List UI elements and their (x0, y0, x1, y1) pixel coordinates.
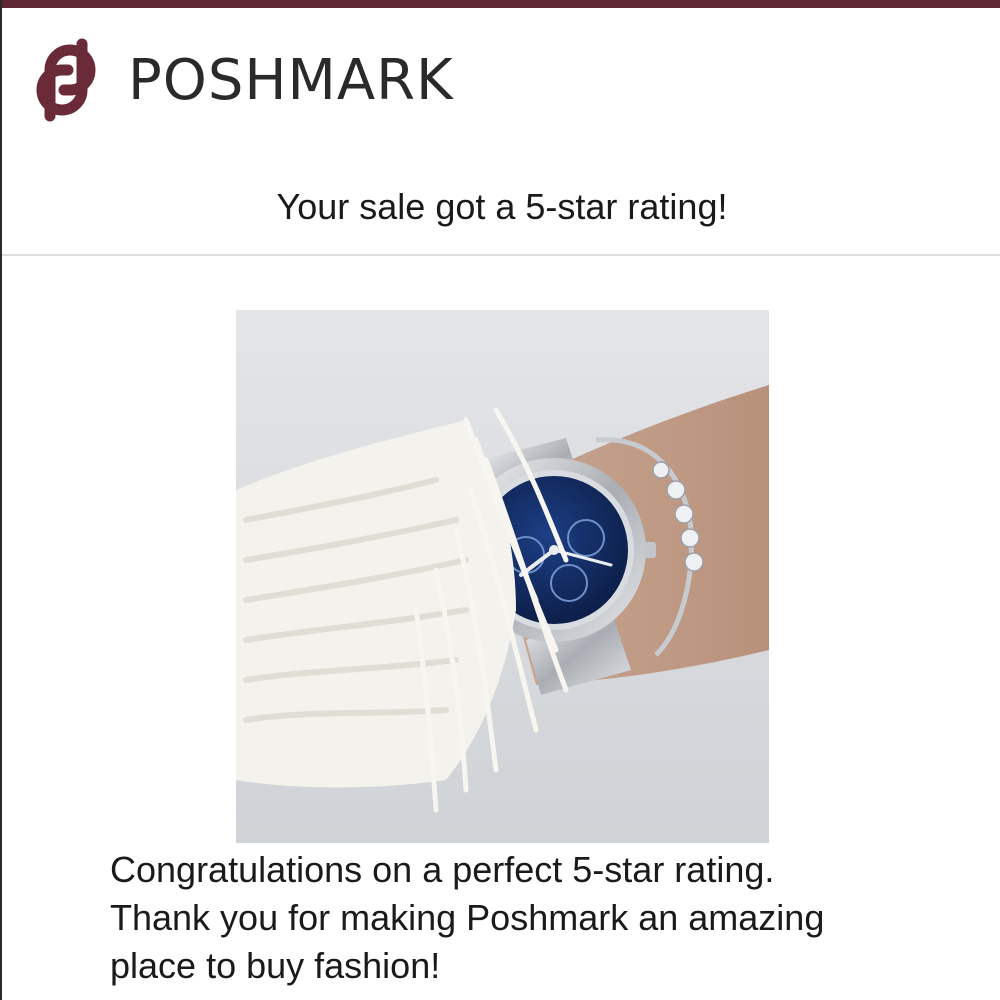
product-photo[interactable] (236, 310, 769, 843)
message-line: Thank you for making Poshmark an amazing (110, 897, 825, 938)
message-line: place to buy fashion! (110, 945, 441, 986)
header-divider (2, 254, 1000, 256)
poshmark-logo-icon (36, 38, 96, 122)
brand-name: POSHMARK (128, 47, 454, 113)
top-accent-bar (2, 0, 1000, 8)
email-view: POSHMARK Your sale got a 5-star rating! (0, 0, 1000, 1000)
email-headline: Your sale got a 5-star rating! (276, 186, 728, 227)
brand-header[interactable]: POSHMARK (30, 36, 454, 124)
product-photo-illustration (236, 310, 769, 843)
email-message: Congratulations on a perfect 5-star rati… (110, 846, 970, 990)
message-line: Congratulations on a perfect 5-star rati… (110, 849, 775, 890)
